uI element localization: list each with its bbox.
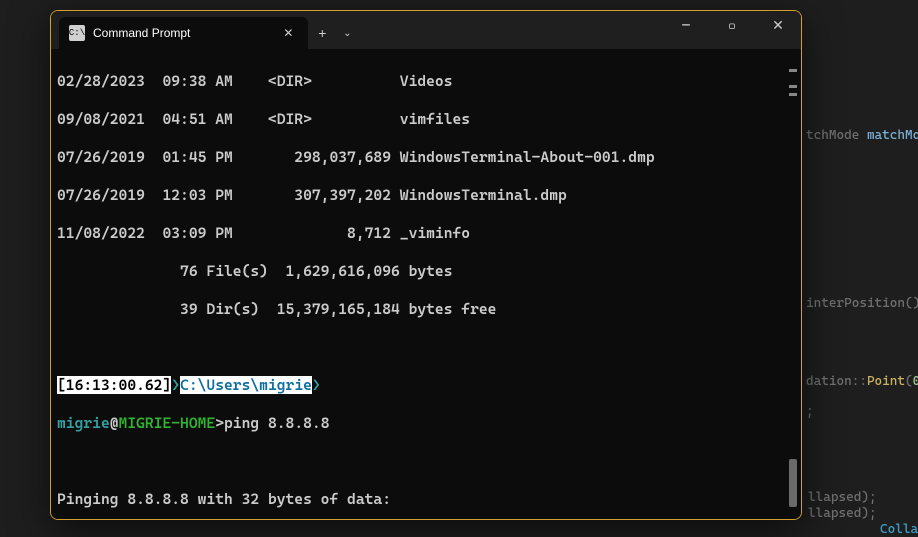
command-text: ping 8.8.8.8 <box>224 414 329 432</box>
new-tab-button[interactable]: + <box>308 17 336 49</box>
dir-line: 07/26/2019 01:45 PM 298,037,689 WindowsT… <box>57 148 801 167</box>
blank-line <box>57 452 801 471</box>
terminal-body[interactable]: 02/28/2023 09:38 AM <DIR> Videos 09/08/2… <box>51 49 801 519</box>
ping-line: Pinging 8.8.8.8 with 32 bytes of data: <box>57 490 801 509</box>
prompt-line: [16:13:00.62]❭C:\Users\migrie❭ <box>57 376 801 395</box>
tab-close-button[interactable]: ✕ <box>278 23 298 43</box>
prompt-cmd-line: migrie@MIGRIE-HOME>ping 8.8.8.8 <box>57 414 801 433</box>
dir-line: 02/28/2023 09:38 AM <DIR> Videos <box>57 72 801 91</box>
dir-line: 11/08/2022 03:09 PM 8,712 _viminfo <box>57 224 801 243</box>
terminal-window: C:\ Command Prompt ✕ + ⌄ — ▢ ✕ 02/28/202… <box>50 10 802 520</box>
tab-dropdown-button[interactable]: ⌄ <box>336 17 358 49</box>
maximize-button[interactable]: ▢ <box>709 11 755 41</box>
prompt-time: [16:13:00.62] <box>57 376 171 394</box>
title-bar[interactable]: C:\ Command Prompt ✕ + ⌄ — ▢ ✕ <box>51 11 801 49</box>
dir-line: 09/08/2021 04:51 AM <DIR> vimfiles <box>57 110 801 129</box>
scroll-mark <box>789 93 797 96</box>
tab-title: Command Prompt <box>93 26 190 40</box>
scrollbar[interactable] <box>787 49 799 519</box>
prompt-user: migrie <box>57 414 110 432</box>
dir-line: 39 Dir(s) 15,379,165,184 bytes free <box>57 300 801 319</box>
scroll-mark <box>789 69 797 72</box>
minimize-button[interactable]: — <box>663 11 709 41</box>
cmd-icon: C:\ <box>69 25 85 41</box>
dir-line: 76 File(s) 1,629,616,096 bytes <box>57 262 801 281</box>
dir-line: 07/26/2019 12:03 PM 307,397,202 WindowsT… <box>57 186 801 205</box>
scroll-mark <box>789 85 797 88</box>
tab-command-prompt[interactable]: C:\ Command Prompt ✕ <box>59 17 308 49</box>
prompt-path: C:\Users\migrie <box>180 376 312 394</box>
blank-line <box>57 338 801 357</box>
scroll-thumb[interactable] <box>789 459 797 507</box>
window-controls: — ▢ ✕ <box>663 11 801 43</box>
prompt-host: MIGRIE-HOME <box>119 414 216 432</box>
close-button[interactable]: ✕ <box>755 11 801 41</box>
